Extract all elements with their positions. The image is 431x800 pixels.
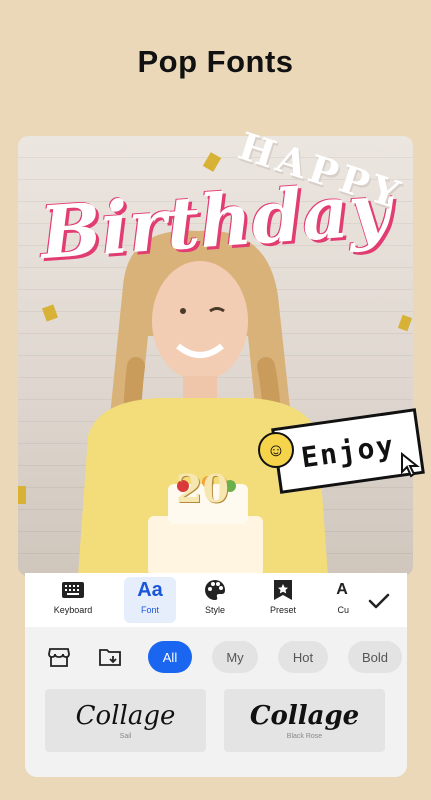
- page-title: Pop Fonts: [137, 44, 294, 79]
- font-sample: Collage: [75, 701, 176, 731]
- font-name: Black Rose: [286, 733, 323, 740]
- tool-curve[interactable]: A Cu: [325, 577, 349, 623]
- smiley-icon: ☺: [258, 432, 294, 468]
- tool-label: Style: [204, 605, 225, 615]
- filter-row: All My Hot Bold: [25, 637, 407, 677]
- palette-icon: [189, 577, 241, 603]
- font-card-black-rose[interactable]: Collage Black Rose: [224, 689, 385, 752]
- folder-download-icon[interactable]: [98, 645, 122, 669]
- font-card-sail[interactable]: Collage Sail: [45, 689, 206, 752]
- chip-hot[interactable]: Hot: [278, 641, 328, 673]
- font-panel: Keyboard Aa Font Style Preset A Cu All M…: [25, 573, 407, 777]
- tool-bar: Keyboard Aa Font Style Preset A Cu: [25, 573, 407, 627]
- chip-all[interactable]: All: [148, 641, 192, 673]
- keyboard-icon: [47, 577, 99, 603]
- cake-bottom: [148, 516, 263, 576]
- cake-number: 20: [176, 466, 229, 511]
- check-icon[interactable]: [367, 589, 391, 613]
- tool-preset[interactable]: Preset: [257, 577, 309, 623]
- enjoy-text: Enjoy: [299, 428, 397, 474]
- tool-label: Font: [140, 605, 159, 615]
- font-name: Sail: [119, 733, 132, 740]
- tool-font[interactable]: Aa Font: [124, 577, 176, 623]
- font-sample: Collage: [249, 701, 360, 731]
- face: [152, 261, 248, 381]
- tool-label: Keyboard: [53, 605, 93, 615]
- chip-bold[interactable]: Bold: [348, 641, 402, 673]
- tool-style[interactable]: Style: [189, 577, 241, 623]
- chip-my[interactable]: My: [212, 641, 258, 673]
- store-icon[interactable]: [47, 645, 71, 669]
- tool-label: Cu: [337, 605, 349, 615]
- font-icon: Aa: [124, 577, 176, 603]
- cursor-icon: [401, 452, 420, 478]
- left-eye: [180, 308, 186, 314]
- preset-icon: [257, 577, 309, 603]
- tool-label: Preset: [269, 605, 296, 615]
- curve-icon: A: [336, 581, 348, 598]
- font-glyph: Aa: [137, 578, 163, 601]
- tool-keyboard[interactable]: Keyboard: [47, 577, 99, 623]
